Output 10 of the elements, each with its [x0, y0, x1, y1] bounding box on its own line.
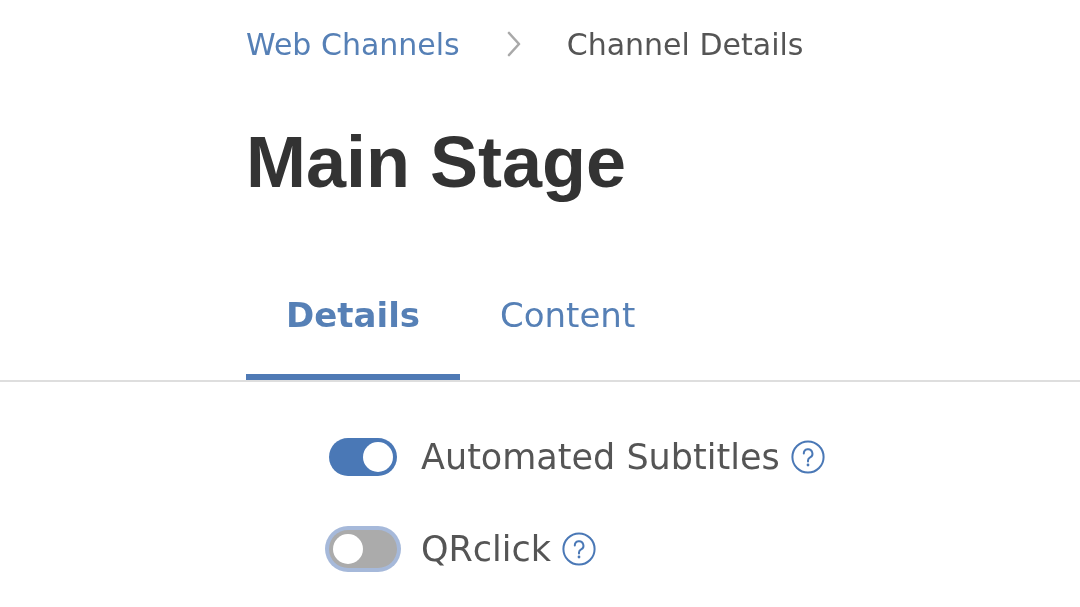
toggle-switch[interactable]	[329, 438, 397, 476]
breadcrumb-current: Channel Details	[566, 26, 804, 62]
setting-label: Automated Subtitles	[421, 437, 780, 477]
tab[interactable]: Details	[246, 275, 461, 380]
chevron-right-icon	[505, 30, 522, 58]
help-icon[interactable]	[790, 440, 825, 474]
breadcrumb-link[interactable]: Web Channels	[246, 26, 460, 62]
setting-label: QRclick	[421, 529, 552, 569]
help-icon[interactable]	[562, 532, 597, 566]
tab[interactable]: Content	[460, 275, 676, 380]
